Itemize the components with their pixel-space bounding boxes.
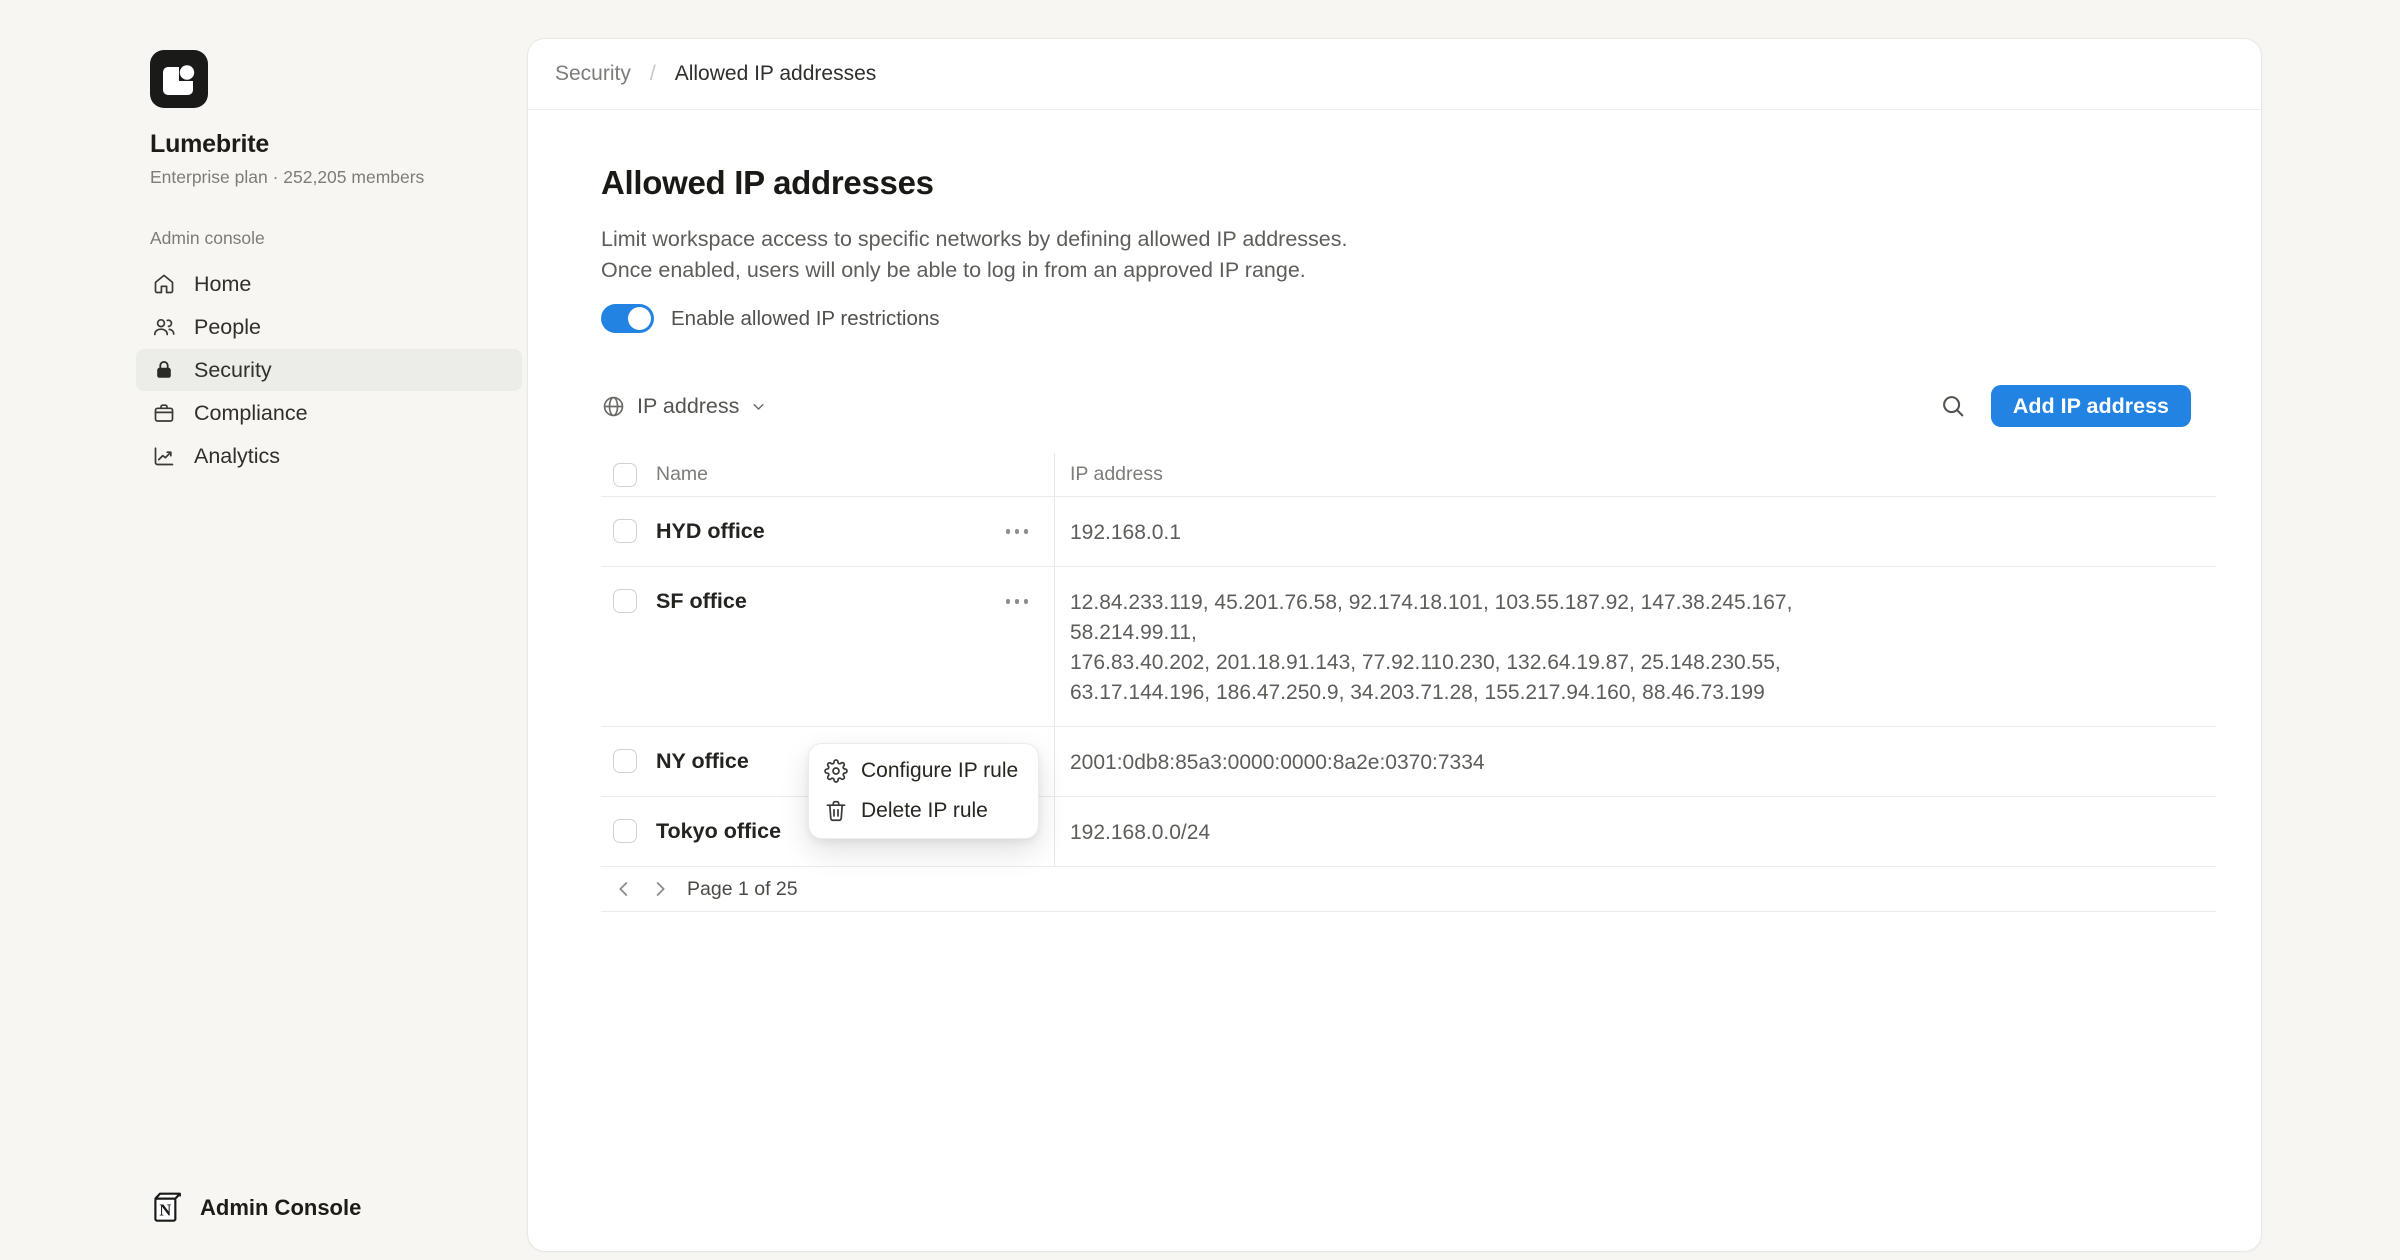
table-row: SF office 12.84.233.119, 45.201.76.58, 9… [601, 567, 2216, 727]
sidebar-section-label: Admin console [150, 228, 527, 249]
breadcrumb-parent[interactable]: Security [555, 62, 631, 86]
notion-cube-icon: N [148, 1189, 185, 1226]
row-checkbox[interactable] [613, 519, 637, 543]
menu-item-configure-ip-rule[interactable]: Configure IP rule [809, 751, 1038, 791]
chevron-left-icon[interactable] [613, 878, 635, 900]
column-header-name: Name [656, 463, 708, 486]
row-name: NY office [656, 748, 749, 775]
people-icon [152, 315, 176, 339]
description-line-1: Limit workspace access to specific netwo… [601, 224, 2216, 255]
row-ip-value: 192.168.0.0/24 [1070, 818, 1210, 848]
sidebar: Lumebrite Enterprise plan · 252,205 memb… [0, 0, 527, 1260]
sidebar-item-label: Analytics [194, 444, 280, 469]
row-context-menu: Configure IP rule Delete IP rule [808, 743, 1039, 839]
row-checkbox[interactable] [613, 589, 637, 613]
sidebar-nav: Home People [136, 263, 522, 477]
row-checkbox[interactable] [613, 819, 637, 843]
workspace-header: Lumebrite Enterprise plan · 252,205 memb… [0, 50, 527, 188]
lock-icon [152, 358, 176, 382]
table-row: HYD office 192.168.0.1 [601, 497, 2216, 567]
sidebar-item-security[interactable]: Security [136, 349, 522, 391]
column-header-ip: IP address [1070, 463, 1163, 486]
row-ip-value: 12.84.233.119, 45.201.76.58, 92.174.18.1… [1070, 588, 1900, 708]
sidebar-footer-label: Admin Console [200, 1195, 361, 1221]
analytics-icon [152, 444, 176, 468]
sidebar-item-compliance[interactable]: Compliance [136, 392, 522, 434]
row-name: HYD office [656, 518, 765, 545]
table-toolbar: IP address Add IP address [601, 385, 2191, 427]
toolbar-right: Add IP address [1939, 385, 2191, 427]
briefcase-icon [152, 401, 176, 425]
workspace-plan-line: Enterprise plan · 252,205 members [150, 167, 527, 188]
page-description: Limit workspace access to specific netwo… [601, 224, 2216, 286]
chevron-down-icon [750, 398, 767, 415]
sidebar-item-label: Security [194, 358, 272, 383]
breadcrumb-current: Allowed IP addresses [675, 62, 877, 86]
toggle-label: Enable allowed IP restrictions [671, 307, 940, 331]
pagination: Page 1 of 25 [601, 867, 2216, 912]
globe-icon [601, 394, 626, 419]
workspace-name: Lumebrite [150, 130, 527, 159]
app-root: Lumebrite Enterprise plan · 252,205 memb… [0, 0, 2400, 1260]
page-title: Allowed IP addresses [601, 164, 2216, 202]
toggle-knob [628, 307, 651, 330]
row-checkbox[interactable] [613, 749, 637, 773]
sidebar-item-people[interactable]: People [136, 306, 522, 348]
trash-icon [824, 799, 848, 823]
ip-restrictions-toggle-row: Enable allowed IP restrictions [601, 304, 2216, 333]
add-ip-address-button[interactable]: Add IP address [1991, 385, 2191, 427]
filter-ip-address[interactable]: IP address [601, 394, 767, 419]
sidebar-item-label: Compliance [194, 401, 308, 426]
home-icon [152, 272, 176, 296]
sidebar-item-home[interactable]: Home [136, 263, 522, 305]
sidebar-item-analytics[interactable]: Analytics [136, 435, 522, 477]
breadcrumb: Security / Allowed IP addresses [528, 39, 2261, 110]
row-actions-menu-icon[interactable] [1006, 529, 1029, 534]
svg-text:N: N [159, 1200, 171, 1219]
row-ip-value: 2001:0db8:85a3:0000:0000:8a2e:0370:7334 [1070, 748, 1485, 778]
table-header-row: Name IP address [601, 453, 2216, 497]
select-all-checkbox[interactable] [613, 463, 637, 487]
main-panel: Security / Allowed IP addresses Allowed … [527, 38, 2262, 1252]
filter-label: IP address [637, 394, 739, 419]
sidebar-item-label: Home [194, 272, 251, 297]
row-name: SF office [656, 588, 747, 615]
menu-item-label: Configure IP rule [861, 759, 1018, 783]
row-name: Tokyo office [656, 818, 781, 845]
chevron-right-icon[interactable] [649, 878, 671, 900]
row-ip-value: 192.168.0.1 [1070, 518, 1181, 548]
sidebar-footer-admin-console[interactable]: N Admin Console [148, 1189, 361, 1226]
row-actions-menu-icon[interactable] [1006, 599, 1029, 604]
description-line-2: Once enabled, users will only be able to… [601, 255, 2216, 286]
search-icon[interactable] [1939, 392, 1967, 420]
ip-restrictions-toggle[interactable] [601, 304, 654, 333]
page-content: Allowed IP addresses Limit workspace acc… [528, 164, 2216, 912]
sidebar-item-label: People [194, 315, 261, 340]
gear-icon [824, 759, 848, 783]
pagination-label: Page 1 of 25 [687, 878, 798, 901]
menu-item-label: Delete IP rule [861, 799, 988, 823]
lumebrite-logo-icon[interactable] [150, 50, 208, 108]
menu-item-delete-ip-rule[interactable]: Delete IP rule [809, 791, 1038, 831]
breadcrumb-separator: / [650, 62, 656, 86]
